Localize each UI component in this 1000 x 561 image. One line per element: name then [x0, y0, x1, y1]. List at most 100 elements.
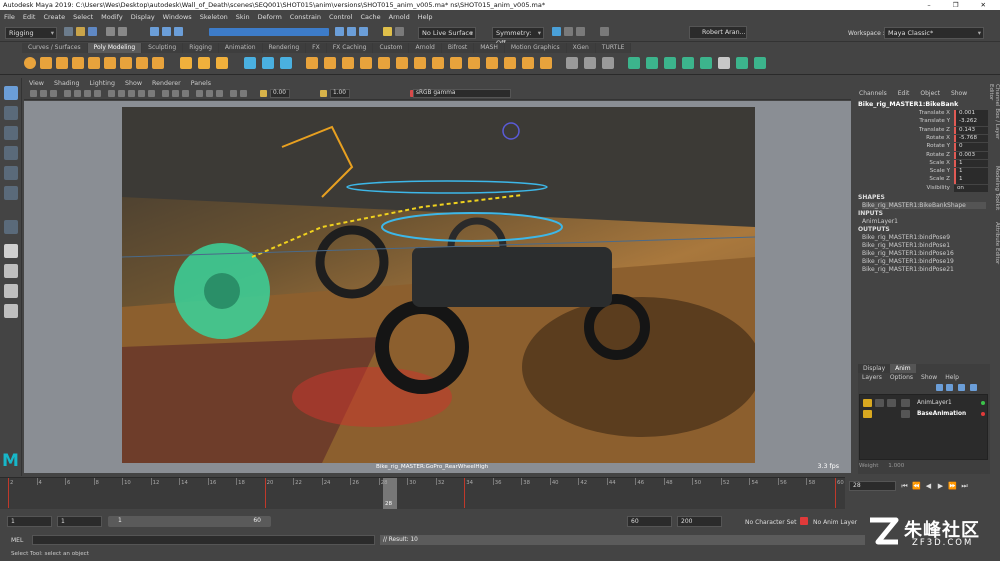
xray-joints-icon[interactable] [216, 90, 223, 97]
poly-pyramid-icon[interactable] [152, 57, 164, 69]
gamma-field[interactable]: 1.00 [330, 89, 350, 98]
tab-modeling-toolkit[interactable]: Modeling Toolkit [990, 166, 1000, 216]
attr-visibility[interactable]: Visibility on [858, 184, 988, 193]
redo-icon[interactable] [118, 27, 127, 36]
four-pane-layout-icon[interactable] [4, 264, 18, 278]
mirror-icon[interactable] [504, 57, 516, 69]
layer-lock-icon[interactable] [863, 410, 872, 418]
new-layer-from-selected-icon[interactable] [970, 384, 977, 391]
slide-edge-icon[interactable] [584, 57, 596, 69]
hypershade-icon[interactable] [564, 27, 573, 36]
tab-anim-layers[interactable]: Anim [890, 364, 916, 373]
cut-uv-icon[interactable] [736, 57, 748, 69]
gamma-icon[interactable] [320, 90, 327, 97]
wireframe-icon[interactable] [108, 90, 115, 97]
target-weld-icon[interactable] [396, 57, 408, 69]
offset-edge-loop-icon[interactable] [450, 57, 462, 69]
panel-menu-renderer[interactable]: Renderer [147, 79, 186, 88]
attr-scale-z[interactable]: Scale Z 1 [858, 176, 988, 184]
shelf-tab-motion-graphics[interactable]: Motion Graphics [504, 43, 567, 53]
select-component-icon[interactable] [174, 27, 183, 36]
film-gate-icon[interactable] [84, 90, 91, 97]
poly-cone-icon[interactable] [72, 57, 84, 69]
select-camera-icon[interactable] [30, 90, 37, 97]
side-by-side-layout-icon[interactable] [4, 284, 18, 298]
quad-draw-icon[interactable] [566, 57, 578, 69]
select-tool-icon[interactable] [4, 86, 18, 100]
tab-channel-box-layer-editor[interactable]: Channel Box / Layer Editor [988, 84, 1000, 154]
attr-value[interactable]: 1 [954, 176, 988, 184]
single-pane-layout-icon[interactable] [4, 244, 18, 258]
save-scene-icon[interactable] [88, 27, 97, 36]
attr-rotate-y[interactable]: Rotate Y 0 [858, 143, 988, 151]
workspace-dropdown[interactable]: Maya Classic* [884, 27, 984, 39]
menu-arnold[interactable]: Arnold [385, 13, 414, 21]
time-slider[interactable]: 28 2 4 6 8 10 12 14 16 18 20 22 24 26 28 30 32 34 36 38 40 4… [0, 477, 845, 509]
svg-tool-icon[interactable] [216, 57, 228, 69]
lights-icon[interactable] [138, 90, 145, 97]
shelf-tab-turtle[interactable]: TURTLE [595, 43, 632, 53]
cb-menu-edit[interactable]: Edit [894, 90, 917, 99]
symmetry-dropdown[interactable]: Symmetry: Off [492, 27, 544, 47]
checker-icon[interactable] [718, 57, 730, 69]
snap-point-icon[interactable] [359, 27, 368, 36]
window-controls[interactable]: – ❐ ✕ [927, 0, 996, 10]
anim-layer-icon[interactable] [800, 517, 808, 525]
keyframe-marker[interactable] [835, 478, 836, 508]
shelf-tab-fx-caching[interactable]: FX Caching [326, 43, 374, 53]
extrude-icon[interactable] [342, 57, 354, 69]
poke-icon[interactable] [468, 57, 480, 69]
smooth-shade-icon[interactable] [118, 90, 125, 97]
undo-icon[interactable] [106, 27, 115, 36]
snap-grid-icon[interactable] [335, 27, 344, 36]
selection-mask-icons[interactable] [209, 28, 329, 36]
shelf-tab-poly-modeling[interactable]: Poly Modeling [87, 43, 143, 53]
poly-plane-icon[interactable] [104, 57, 116, 69]
attr-translate-y[interactable]: Translate Y -3.262 [858, 118, 988, 126]
paint-select-icon[interactable] [4, 126, 18, 140]
select-object-icon[interactable] [162, 27, 171, 36]
sew-uv-icon[interactable] [754, 57, 766, 69]
poly-torus-icon[interactable] [88, 57, 100, 69]
exposure-icon[interactable] [260, 90, 267, 97]
step-back-key-button[interactable]: ⏪ [912, 481, 921, 491]
shelf-tab-rendering[interactable]: Rendering [262, 43, 307, 53]
merge-icon[interactable] [378, 57, 390, 69]
last-tool-icon[interactable] [4, 220, 18, 234]
snap-curve-icon[interactable] [347, 27, 356, 36]
menu-modify[interactable]: Modify [97, 13, 127, 21]
output-node[interactable]: Bike_rig_MASTER1:bindPose9 [862, 234, 950, 241]
ipr-render-icon[interactable] [395, 27, 404, 36]
exposure-field[interactable]: 0.00 [270, 89, 290, 98]
output-node[interactable]: Bike_rig_MASTER1:bindPose16 [862, 250, 954, 257]
shelf-tab-custom[interactable]: Custom [373, 43, 410, 53]
live-surface-dropdown[interactable]: No Live Surface [418, 27, 476, 39]
step-forward-key-button[interactable]: ⏩ [948, 481, 957, 491]
layer-menu-layers[interactable]: Layers [858, 374, 886, 381]
input-line-icon[interactable] [600, 27, 609, 36]
attr-translate-x[interactable]: Translate X 0.001 [858, 110, 988, 118]
layer-ghost-icon[interactable] [901, 399, 910, 407]
menu-cache[interactable]: Cache [356, 13, 384, 21]
open-scene-icon[interactable] [76, 27, 85, 36]
sculpt-geometry-icon[interactable] [602, 57, 614, 69]
attr-value[interactable]: 1 [954, 168, 988, 176]
poly-sphere-icon[interactable] [24, 57, 36, 69]
go-to-end-button[interactable]: ⏭ [960, 481, 969, 491]
new-layer-icon[interactable] [958, 384, 965, 391]
smooth-icon[interactable] [280, 57, 292, 69]
tab-display-layers[interactable]: Display [858, 364, 891, 373]
shelf-tab-bifrost[interactable]: Bifrost [441, 43, 475, 53]
scale-tool-icon[interactable] [4, 186, 18, 200]
perspective-viewport[interactable]: Bike_rig_MASTER:GoPro_RearWheelHigh 3.3 … [24, 101, 851, 473]
cylindrical-map-icon[interactable] [664, 57, 676, 69]
attr-value[interactable]: 0.143 [954, 126, 988, 135]
poly-cylinder-icon[interactable] [56, 57, 68, 69]
move-layer-up-icon[interactable] [936, 384, 943, 391]
shelf-tab-sculpting[interactable]: Sculpting [142, 43, 184, 53]
cb-menu-show[interactable]: Show [947, 90, 974, 99]
camera-attributes-icon[interactable] [40, 90, 47, 97]
animation-start-field[interactable]: 1 [7, 516, 52, 527]
wedge-icon[interactable] [486, 57, 498, 69]
attr-rotate-z[interactable]: Rotate Z 0.003 [858, 151, 988, 160]
